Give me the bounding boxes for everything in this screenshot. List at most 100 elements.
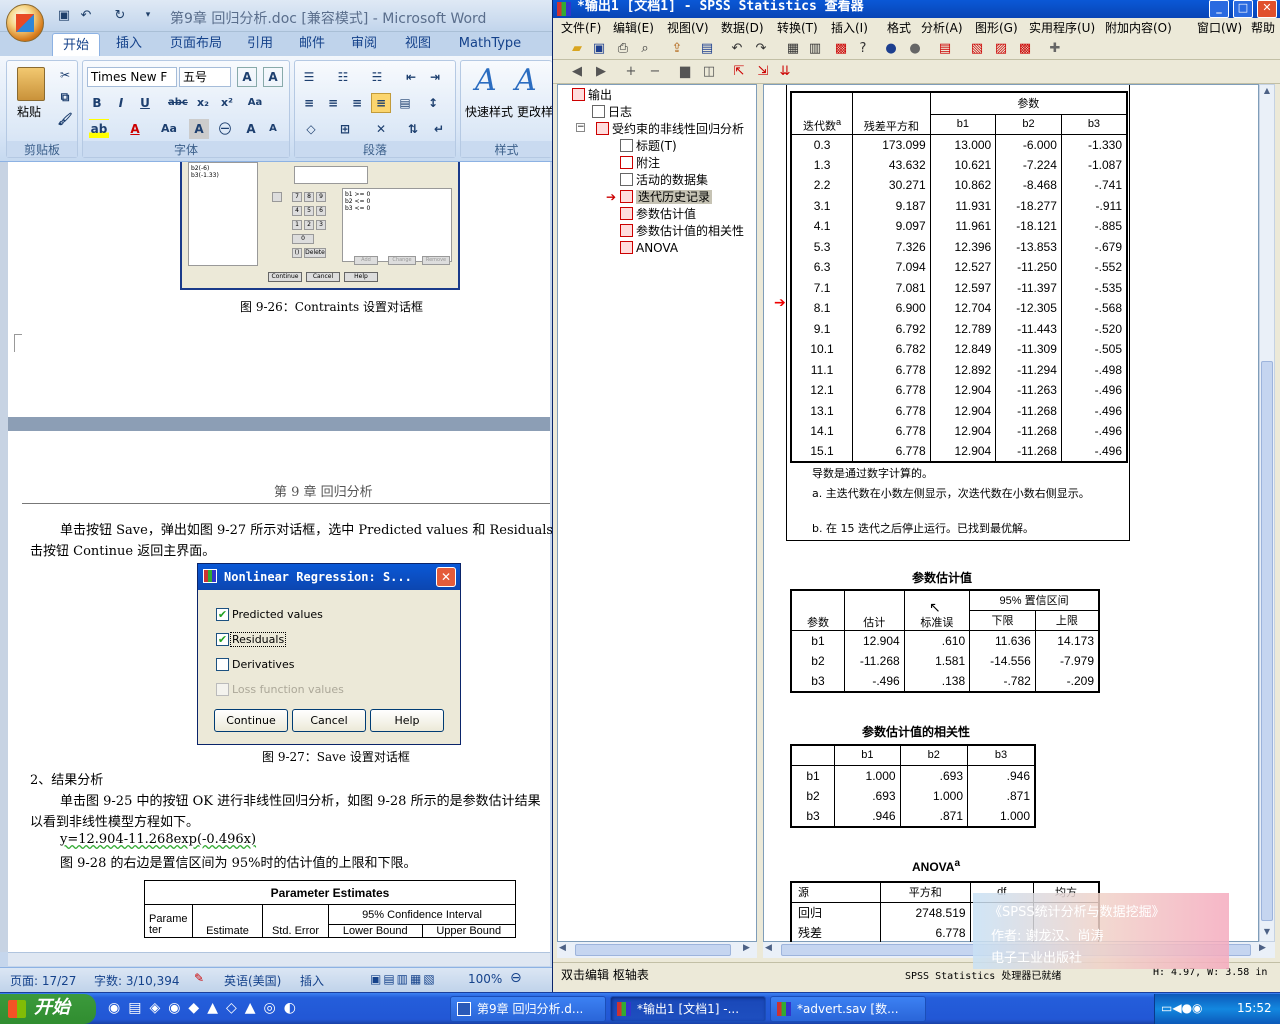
correlations-table[interactable]: b1 b2 b3 b1 1.000.693.946 b2.693 1.000.871 b… <box>790 744 1036 828</box>
menu-insert[interactable]: 插入(I) <box>831 18 868 38</box>
show-icon[interactable]: ▆ <box>677 64 693 80</box>
tab-review[interactable]: 审阅 <box>342 32 386 56</box>
undo-icon[interactable]: ↶ <box>78 8 94 23</box>
tab-references[interactable]: 引用 <box>238 32 282 56</box>
scroll-right-icon[interactable]: ▶ <box>743 943 750 953</box>
start-button[interactable]: 开始 <box>0 994 96 1024</box>
maximize-button[interactable]: □ <box>1233 0 1253 18</box>
copy-icon[interactable]: ⧉ <box>55 87 75 107</box>
quick-styles-icon[interactable]: A <box>475 63 497 98</box>
residuals-checkbox[interactable]: ✔ <box>216 633 229 646</box>
cut-icon[interactable]: ✂ <box>55 65 75 85</box>
continue-button[interactable]: Continue <box>214 709 288 732</box>
tab-home[interactable]: 开始 <box>52 33 100 57</box>
tree-cnlr[interactable]: 受约束的非线性回归分析 <box>596 121 744 138</box>
print-icon[interactable]: ⎙ <box>615 41 631 57</box>
chinese-layout-icon[interactable]: ✕ <box>371 119 391 139</box>
output-pane[interactable]: 迭代数a 残差平方和 参数 b1 b2 b3 0.3 173.099 13.000-… <box>763 84 1259 943</box>
enclose-char-icon[interactable]: ㊀ <box>215 119 235 139</box>
bold-icon[interactable]: B <box>87 93 107 113</box>
line-spacing-icon[interactable]: ↕ <box>423 93 443 113</box>
change-styles-label[interactable]: 更改样 <box>517 103 553 120</box>
menu-graphs[interactable]: 图形(G) <box>975 18 1018 38</box>
insert-title-icon[interactable]: ▨ <box>993 41 1009 57</box>
sort-icon[interactable]: ⇅ <box>403 119 423 139</box>
word-count[interactable]: 字数: 3/10,394 <box>94 972 180 989</box>
scroll-down-icon[interactable]: ▼ <box>1261 927 1273 939</box>
pivot-trays-icon[interactable]: ⇱ <box>731 64 747 80</box>
format-painter-icon[interactable]: 🖌 <box>55 109 75 129</box>
scroll-left-icon[interactable]: ◀ <box>559 943 566 953</box>
tree-anova[interactable]: ANOVA <box>620 240 678 257</box>
estimates-table[interactable]: 参数 估计 标准误 95% 置信区间 下限 上限 b1 12.904.610 11.… <box>790 589 1100 693</box>
tree-active-dataset[interactable]: 活动的数据集 <box>620 172 708 189</box>
minimize-button[interactable]: _ <box>1209 0 1229 18</box>
shading-icon[interactable]: ◇ <box>301 119 321 139</box>
expand-icon[interactable]: + <box>623 64 639 80</box>
tree-title[interactable]: 标题(T) <box>620 138 677 155</box>
language[interactable]: 英语(美国) <box>224 972 281 989</box>
goto-variable-icon[interactable]: ▩ <box>833 41 849 57</box>
office-button[interactable] <box>6 4 44 42</box>
save-icon[interactable]: ▣ <box>56 8 72 23</box>
tree-output[interactable]: 输出 <box>572 87 612 104</box>
derivatives-checkbox[interactable] <box>216 658 229 671</box>
distributed-icon[interactable]: ▤ <box>395 93 415 113</box>
menu-window[interactable]: 窗口(W) <box>1197 18 1242 38</box>
borders-icon[interactable]: ⊞ <box>335 119 355 139</box>
demote-icon[interactable]: ▶ <box>593 64 609 80</box>
font-name-dropdown[interactable]: Times New F <box>87 67 177 87</box>
add-icon[interactable]: ✚ <box>1047 41 1063 57</box>
clear-format-icon[interactable]: Aa <box>245 93 265 113</box>
residuals-label[interactable]: Residuals <box>230 632 287 647</box>
iteration-history-table[interactable]: 迭代数a 残差平方和 参数 b1 b2 b3 0.3 173.099 13.000-… <box>790 91 1128 463</box>
insert-mode[interactable]: 插入 <box>300 972 324 989</box>
print-preview-icon[interactable]: ⌕ <box>637 41 653 57</box>
tree-log[interactable]: 日志 <box>592 104 632 121</box>
scroll-thumb[interactable] <box>575 944 731 956</box>
goto-data-icon[interactable]: ▦ <box>785 41 801 57</box>
qat-dropdown-icon[interactable]: ▾ <box>140 8 156 23</box>
insert-heading-icon[interactable]: ▧ <box>969 41 985 57</box>
insert-output-icon[interactable]: ▤ <box>937 41 953 57</box>
menu-file[interactable]: 文件(F) <box>561 18 601 38</box>
shrink-font-icon[interactable]: A <box>263 119 283 139</box>
numbering-icon[interactable]: ☷ <box>333 67 353 87</box>
menu-edit[interactable]: 编辑(E) <box>613 18 654 38</box>
menu-transform[interactable]: 转换(T) <box>777 18 818 38</box>
split-icon[interactable]: ● <box>907 41 923 57</box>
show-marks-icon[interactable]: ↵ <box>429 119 449 139</box>
promote-icon[interactable]: ◀ <box>569 64 585 80</box>
quicklaunch-icons[interactable]: ◉▤◈◉◆▲◇▲◎◐ <box>108 1000 304 1016</box>
menu-format[interactable]: 格式 <box>887 18 911 38</box>
increase-indent-icon[interactable]: ⇥ <box>425 67 445 87</box>
open-icon[interactable]: ▰ <box>569 41 585 57</box>
multilevel-list-icon[interactable]: ☵ <box>367 67 387 87</box>
tree-param-correlations[interactable]: 参数估计值的相关性 <box>620 223 744 240</box>
insert-text-icon[interactable]: ▩ <box>1017 41 1033 57</box>
char-shading-icon[interactable]: A <box>189 119 209 139</box>
grow-font-icon[interactable]: A <box>241 119 261 139</box>
zoom-out-icon[interactable]: ⊖ <box>510 970 522 986</box>
scroll-thumb[interactable] <box>1261 361 1273 921</box>
font-size-dropdown[interactable]: 五号 <box>179 67 231 87</box>
variables-icon[interactable]: ? <box>855 41 871 57</box>
dialog-close-button[interactable]: ✕ <box>436 567 456 587</box>
highlight-icon[interactable]: ab <box>89 119 109 139</box>
designate-window-icon[interactable]: ● <box>883 41 899 57</box>
paste-label[interactable]: 粘贴 <box>17 103 41 120</box>
predicted-values-checkbox[interactable]: ✔ <box>216 608 229 621</box>
tab-mathtype[interactable]: MathType <box>452 32 528 56</box>
align-right-icon[interactable]: ≡ <box>347 93 367 113</box>
collapse-toggle-icon[interactable]: − <box>576 123 585 132</box>
superscript-icon[interactable]: x² <box>217 93 237 113</box>
redo-icon[interactable]: ↷ <box>753 41 769 57</box>
menu-data[interactable]: 数据(D) <box>721 18 764 38</box>
change-case-icon[interactable]: Aa <box>159 119 179 139</box>
word-hscroll[interactable] <box>8 952 550 966</box>
goto-case-icon[interactable]: ▥ <box>807 41 823 57</box>
output-vscroll[interactable]: ▲ ▼ <box>1259 84 1275 942</box>
task-spss-data[interactable]: *advert.sav [数... <box>770 996 926 1022</box>
tab-insert[interactable]: 插入 <box>106 32 152 56</box>
tab-mailings[interactable]: 邮件 <box>290 32 334 56</box>
